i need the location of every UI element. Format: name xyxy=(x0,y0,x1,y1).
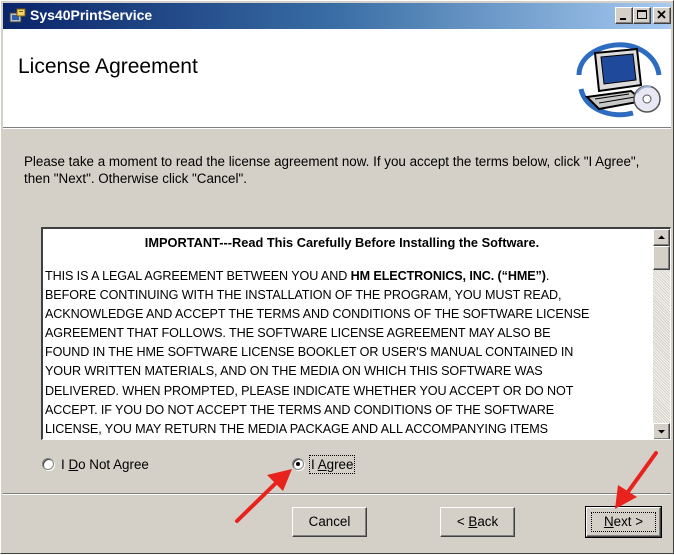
annotation-arrow xyxy=(615,451,658,509)
scroll-thumb[interactable] xyxy=(653,246,670,270)
license-line: LICENSE, YOU MAY RETURN THE MEDIA PACKAG… xyxy=(45,421,548,436)
license-scrollbar[interactable] xyxy=(653,229,670,439)
scroll-up-arrow-icon xyxy=(658,235,665,239)
window-title: Sys40PrintService xyxy=(30,7,153,23)
close-icon xyxy=(657,10,666,19)
radio-circle[interactable] xyxy=(292,458,304,470)
license-line: YOUR WRITTEN MATERIALS, AND ON THE MEDIA… xyxy=(45,364,543,379)
license-body: THIS IS A LEGAL AGREEMENT BETWEEN YOU AN… xyxy=(43,267,641,439)
scroll-up-button[interactable] xyxy=(653,229,670,246)
installer-window: Sys40PrintService License Agreement Plea… xyxy=(0,0,674,554)
minimize-icon xyxy=(620,18,626,20)
header-banner: License Agreement xyxy=(3,29,671,127)
license-textbox[interactable]: IMPORTANT---Read This Carefully Before I… xyxy=(41,227,671,440)
license-line: AGREEMENT THAT FOLLOWS. THE SOFTWARE LIC… xyxy=(45,326,551,341)
radio-label: I Agree xyxy=(308,455,356,474)
instructions-text: Please take a moment to read the license… xyxy=(24,154,640,186)
maximize-button[interactable] xyxy=(633,7,651,24)
license-line: ACKNOWLEDGE AND ACCEPT THE TERMS AND CON… xyxy=(45,307,590,322)
focus-rectangle xyxy=(591,512,656,532)
title-bar[interactable]: Sys40PrintService xyxy=(3,3,671,29)
radio-i-agree[interactable]: I Agree xyxy=(292,455,382,477)
license-line: BEFORE CONTINUING WITH THE INSTALLATION … xyxy=(45,288,562,303)
annotation-arrow xyxy=(235,469,292,523)
radio-circle[interactable] xyxy=(42,458,54,470)
header-divider-highlight xyxy=(3,128,671,129)
scroll-down-button[interactable] xyxy=(653,423,670,439)
license-heading: IMPORTANT---Read This Carefully Before I… xyxy=(144,235,540,250)
license-line: THIS IS A LEGAL AGREEMENT BETWEEN YOU AN… xyxy=(45,269,550,283)
next-button[interactable]: Next > xyxy=(585,506,662,538)
page-title: License Agreement xyxy=(18,55,198,78)
radio-selected-dot xyxy=(296,462,300,466)
license-text-area[interactable]: IMPORTANT---Read This Carefully Before I… xyxy=(43,229,641,439)
radio-i-do-not-agree[interactable]: I Do Not Agree xyxy=(42,457,182,477)
maximize-icon xyxy=(637,10,647,19)
radio-label: I Do Not Agree xyxy=(61,457,149,472)
installer-icon xyxy=(9,8,26,23)
back-button[interactable]: < Back xyxy=(440,507,515,537)
footer-divider-highlight xyxy=(3,494,671,495)
computer-cd-graphic xyxy=(576,42,662,118)
minimize-button[interactable] xyxy=(615,7,633,24)
close-button[interactable] xyxy=(653,7,671,24)
cancel-button[interactable]: Cancel xyxy=(292,507,367,537)
scroll-down-arrow-icon xyxy=(658,430,665,434)
license-line: DELIVERED. WHEN PROMPTED, PLEASE INDICAT… xyxy=(45,383,574,398)
license-line: FOUND IN THE HME SOFTWARE LICENSE BOOKLE… xyxy=(45,345,574,360)
license-line: ACCEPT. IF YOU DO NOT ACCEPT THE TERMS A… xyxy=(45,402,555,417)
